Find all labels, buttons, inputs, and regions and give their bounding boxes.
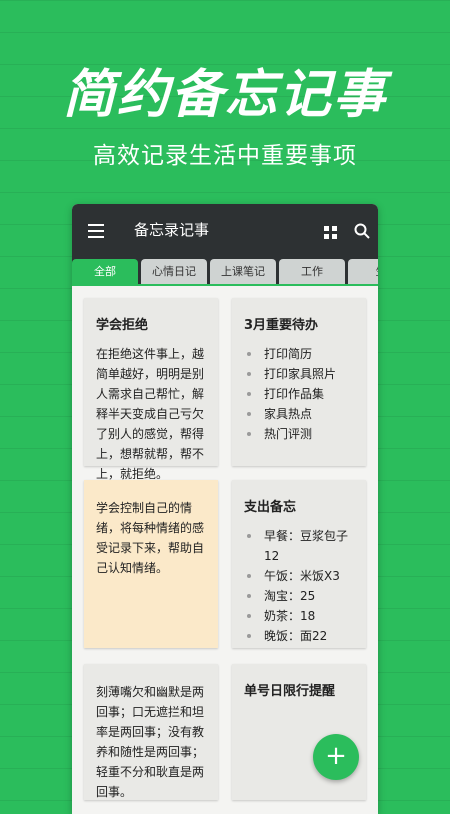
note-card[interactable]: 学会拒绝 在拒绝这件事上，越简单越好，明明是别人需求自己帮忙，解释半天变成自己亏… (84, 298, 218, 481)
tab-class-notes[interactable]: 上课笔记 (210, 259, 276, 284)
note-checklist: 早餐：豆浆包子12 午饭：米饭X3 淘宝：25 奶茶：18 晚饭：面22 (244, 526, 354, 646)
list-item: 早餐：豆浆包子12 (244, 526, 354, 566)
category-tabs: 全部 心情日记 上课笔记 工作 生 (72, 256, 378, 284)
note-title: 学会拒绝 (96, 318, 149, 333)
note-checklist: 打印简历 打印家具照片 打印作品集 家具热点 热门评测 (244, 344, 354, 444)
note-body: 刻薄嘴欠和幽默是两回事；口无遮拦和坦率是两回事；没有教养和随性是两回事；轻重不分… (96, 685, 205, 799)
tab-underline (72, 284, 378, 286)
list-item: 家具热点 (244, 404, 354, 424)
tab-life[interactable]: 生 (348, 259, 378, 284)
note-card[interactable]: 3月重要待办 打印简历 打印家具照片 打印作品集 家具热点 热门评测 (232, 298, 366, 466)
note-card[interactable]: 单号日限行提醒 (232, 664, 366, 800)
tab-mood-diary[interactable]: 心情日记 (141, 259, 207, 284)
note-card[interactable]: 学会控制自己的情绪，将每种情绪的感受记录下来，帮助自己认知情绪。 (84, 480, 218, 648)
list-item: 午饭：米饭X3 (244, 566, 354, 586)
list-item: 打印家具照片 (244, 364, 354, 384)
app-title: 备忘录记事 (134, 221, 210, 239)
app-bar: 备忘录记事 (72, 204, 378, 256)
search-icon[interactable] (354, 223, 370, 239)
note-card[interactable]: 刻薄嘴欠和幽默是两回事；口无遮拦和坦率是两回事；没有教养和随性是两回事；轻重不分… (84, 664, 218, 800)
note-title: 单号日限行提醒 (244, 684, 336, 699)
note-title: 支出备忘 (244, 500, 297, 515)
promo-title: 简约备忘记事 (62, 65, 387, 125)
app-window: 备忘录记事 全部 心情日记 上课笔记 工作 生 学会拒绝 在拒绝这件事上，越简单… (72, 204, 378, 814)
list-item: 热门评测 (244, 424, 354, 444)
list-item: 晚饭：面22 (244, 626, 354, 646)
grid-view-icon[interactable] (324, 226, 337, 239)
list-item: 打印简历 (244, 344, 354, 364)
list-item: 打印作品集 (244, 384, 354, 404)
note-card[interactable]: 支出备忘 早餐：豆浆包子12 午饭：米饭X3 淘宝：25 奶茶：18 晚饭：面2… (232, 480, 366, 648)
hamburger-menu-icon[interactable] (88, 224, 104, 238)
tab-work[interactable]: 工作 (279, 259, 345, 284)
note-body: 在拒绝这件事上，越简单越好，明明是别人需求自己帮忙，解释半天变成自己亏欠了别人的… (96, 347, 205, 481)
add-note-button[interactable]: + (313, 734, 359, 780)
tab-all[interactable]: 全部 (72, 259, 138, 284)
note-body: 学会控制自己的情绪，将每种情绪的感受记录下来，帮助自己认知情绪。 (96, 501, 205, 575)
plus-icon: + (325, 741, 347, 771)
list-item: 奶茶：18 (244, 606, 354, 626)
list-item: 淘宝：25 (244, 586, 354, 606)
note-title: 3月重要待办 (244, 318, 319, 333)
promo-subtitle: 高效记录生活中重要事项 (93, 143, 357, 169)
